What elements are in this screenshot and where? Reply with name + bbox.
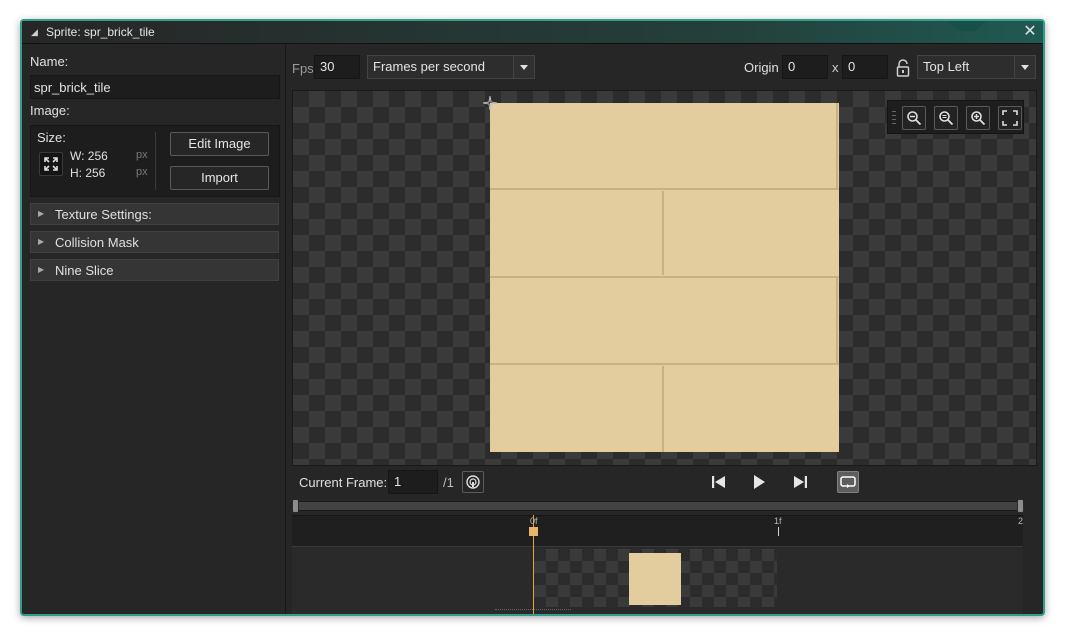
chevron-down-icon[interactable] — [1014, 56, 1035, 78]
onion-skin-icon[interactable] — [462, 471, 484, 493]
origin-x-input[interactable]: 0 — [782, 55, 828, 79]
edit-image-button[interactable]: Edit Image — [170, 132, 269, 156]
playback-bar: Current Frame: 1 /1 — [290, 468, 1038, 496]
fps-input[interactable]: 30 — [314, 55, 360, 79]
collapse-triangle-icon[interactable]: ◢ — [31, 27, 38, 38]
tick-mark — [778, 527, 779, 536]
origin-y-input[interactable]: 0 — [842, 55, 888, 79]
resize-expand-icon[interactable] — [39, 152, 63, 176]
expand-arrow-icon: ▶ — [38, 237, 45, 246]
divider — [155, 132, 156, 190]
fps-mode-select[interactable]: Frames per second — [367, 55, 535, 79]
fps-mode-value: Frames per second — [373, 59, 485, 74]
scroll-handle-right[interactable] — [1017, 499, 1024, 513]
frame-total: /1 — [443, 475, 454, 490]
unlock-icon[interactable] — [896, 59, 910, 77]
tick-label: 2 — [1018, 516, 1024, 526]
name-label: Name: — [30, 54, 69, 69]
width-value: W: 256 — [70, 149, 108, 163]
section-texture-settings[interactable]: ▶ Texture Settings: — [30, 203, 279, 225]
fit-to-view-icon[interactable] — [998, 106, 1022, 130]
close-icon[interactable]: ✕ — [1021, 24, 1039, 41]
origin-crosshair-icon[interactable] — [483, 96, 497, 110]
frame-cell[interactable] — [534, 549, 777, 607]
resize-grip[interactable] — [495, 609, 571, 612]
section-label: Texture Settings: — [55, 207, 152, 222]
playhead-knob[interactable] — [529, 527, 538, 536]
sprite-name-input[interactable] — [30, 75, 280, 99]
section-label: Nine Slice — [55, 263, 114, 278]
expand-arrow-icon: ▶ — [38, 265, 45, 274]
origin-preset-value: Top Left — [923, 59, 970, 74]
zoom-in-icon[interactable] — [966, 106, 990, 130]
properties-panel: Name: Image: Size: W: 256 px H: 256 px — [30, 54, 280, 281]
timeline-scrollbar[interactable] — [292, 499, 1024, 513]
section-nine-slice[interactable]: ▶ Nine Slice — [30, 259, 279, 281]
sprite-toolbar: Fps 30 Frames per second Origin 0 x 0 To… — [290, 54, 1038, 82]
image-label: Image: — [30, 103, 70, 118]
chevron-down-icon[interactable] — [513, 56, 534, 78]
timeline: 0f 1f 2 — [292, 498, 1024, 614]
timeline-ruler[interactable]: 0f 1f 2 — [292, 515, 1023, 547]
current-frame-input[interactable]: 1 — [388, 470, 438, 494]
width-unit: px — [136, 149, 148, 161]
size-label: Size: — [37, 130, 66, 145]
import-button[interactable]: Import — [170, 166, 269, 190]
frame-thumbnail — [629, 553, 681, 605]
scroll-handle-left[interactable] — [292, 499, 299, 513]
play-icon[interactable] — [748, 471, 770, 493]
expand-arrow-icon: ▶ — [38, 209, 45, 218]
panel-splitter[interactable] — [285, 44, 286, 614]
zoom-reset-icon[interactable] — [934, 106, 958, 130]
title-bar[interactable]: ◢ Sprite: spr_brick_tile ✕ — [22, 21, 1043, 44]
zoom-out-icon[interactable] — [902, 106, 926, 130]
height-unit: px — [136, 166, 148, 178]
section-label: Collision Mask — [55, 235, 139, 250]
title-notch-decoration — [947, 21, 987, 31]
loop-icon[interactable] — [837, 471, 859, 493]
sprite-editor-window: ◢ Sprite: spr_brick_tile ✕ Name: Image: … — [20, 19, 1045, 616]
height-value: H: 256 — [70, 166, 106, 180]
section-collision-mask[interactable]: ▶ Collision Mask — [30, 231, 279, 253]
sprite-preview — [490, 103, 839, 452]
current-frame-label: Current Frame: — [299, 475, 388, 490]
sprite-canvas[interactable] — [292, 90, 1037, 466]
drag-grip-icon[interactable] — [892, 110, 896, 126]
window-title: Sprite: spr_brick_tile — [46, 25, 155, 39]
last-frame-icon[interactable] — [789, 471, 811, 493]
first-frame-icon[interactable] — [708, 471, 730, 493]
tick-label: 1f — [774, 516, 782, 526]
origin-label: Origin — [744, 60, 779, 75]
image-info-box: Size: W: 256 px H: 256 px Edit Image Imp… — [30, 125, 280, 197]
frame-track — [292, 547, 1023, 614]
fps-label: Fps — [292, 61, 314, 76]
origin-preset-select[interactable]: Top Left — [917, 55, 1036, 79]
zoom-toolbar — [887, 100, 1024, 134]
origin-separator: x — [832, 60, 839, 75]
